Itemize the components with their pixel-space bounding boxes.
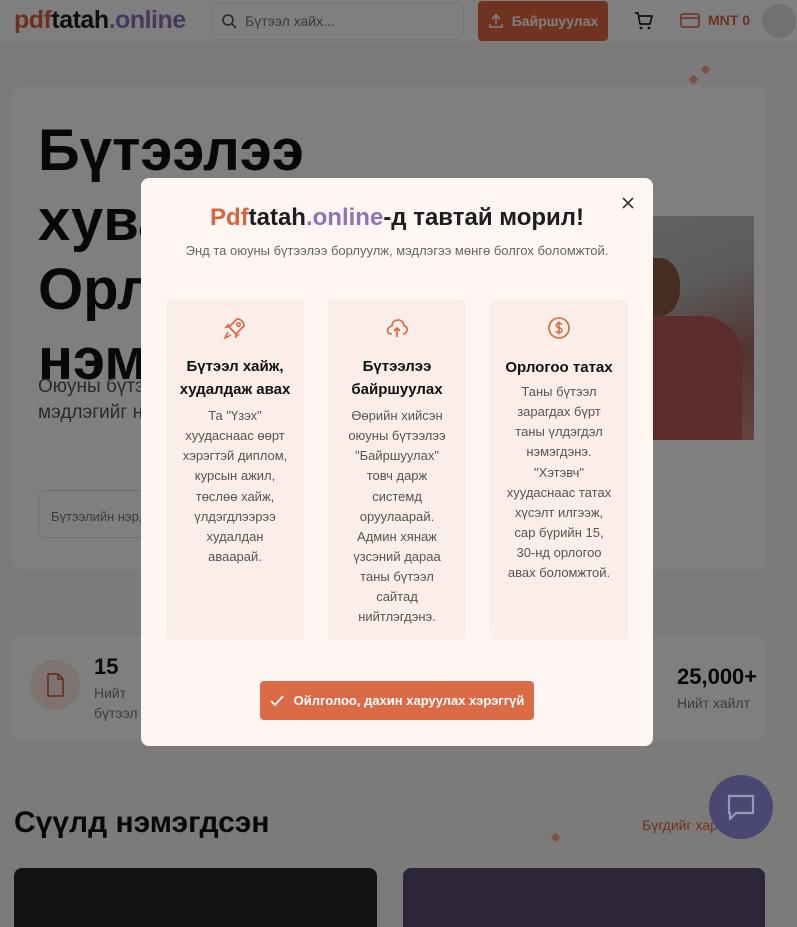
feature-card-search: Бүтээл хайж, худалдаж авах Та "Үзэх" хуу… bbox=[166, 300, 304, 640]
chat-button[interactable] bbox=[709, 775, 773, 839]
feature-title: Бүтээл хайж, худалдаж авах bbox=[179, 358, 291, 399]
welcome-modal: Pdftatah.online-д тавтай морил! Энд та о… bbox=[141, 178, 653, 746]
feature-desc: Өөрийн хийсэн оюуны бүтээлээ "Байршуулах… bbox=[348, 408, 446, 625]
modal-title: Pdftatah.online-д тавтай морил! bbox=[209, 204, 585, 231]
check-icon bbox=[270, 694, 284, 706]
feature-card-payout: Орлогоо татах Таны бүтээл зарагдах бүрт … bbox=[490, 300, 628, 640]
feature-title: Орлогоо татах bbox=[505, 359, 613, 376]
feature-desc: Та "Үзэх" хуудаснаас өөрт хэрэгтэй дипло… bbox=[182, 408, 288, 564]
feature-desc: Таны бүтээл зарагдах бүрт таны үлдэгдэл … bbox=[506, 384, 612, 581]
chat-icon bbox=[727, 794, 755, 821]
confirm-button-label: Ойлголоо, дахин харуулах хэрэггүй bbox=[293, 693, 525, 708]
rocket-icon bbox=[223, 318, 245, 340]
modal-subtitle: Энд та оюуны бүтээлээ борлуулж, мэдлэгээ… bbox=[185, 243, 609, 258]
confirm-dismiss-button[interactable]: Ойлголоо, дахин харуулах хэрэггүй bbox=[260, 681, 534, 720]
feature-title: Бүтээлээ байршуулах bbox=[351, 358, 443, 399]
dollar-circle-icon bbox=[548, 317, 570, 339]
feature-card-upload: Бүтээлээ байршуулах Өөрийн хийсэн оюуны … bbox=[328, 300, 466, 640]
cloud-upload-icon bbox=[386, 319, 409, 337]
